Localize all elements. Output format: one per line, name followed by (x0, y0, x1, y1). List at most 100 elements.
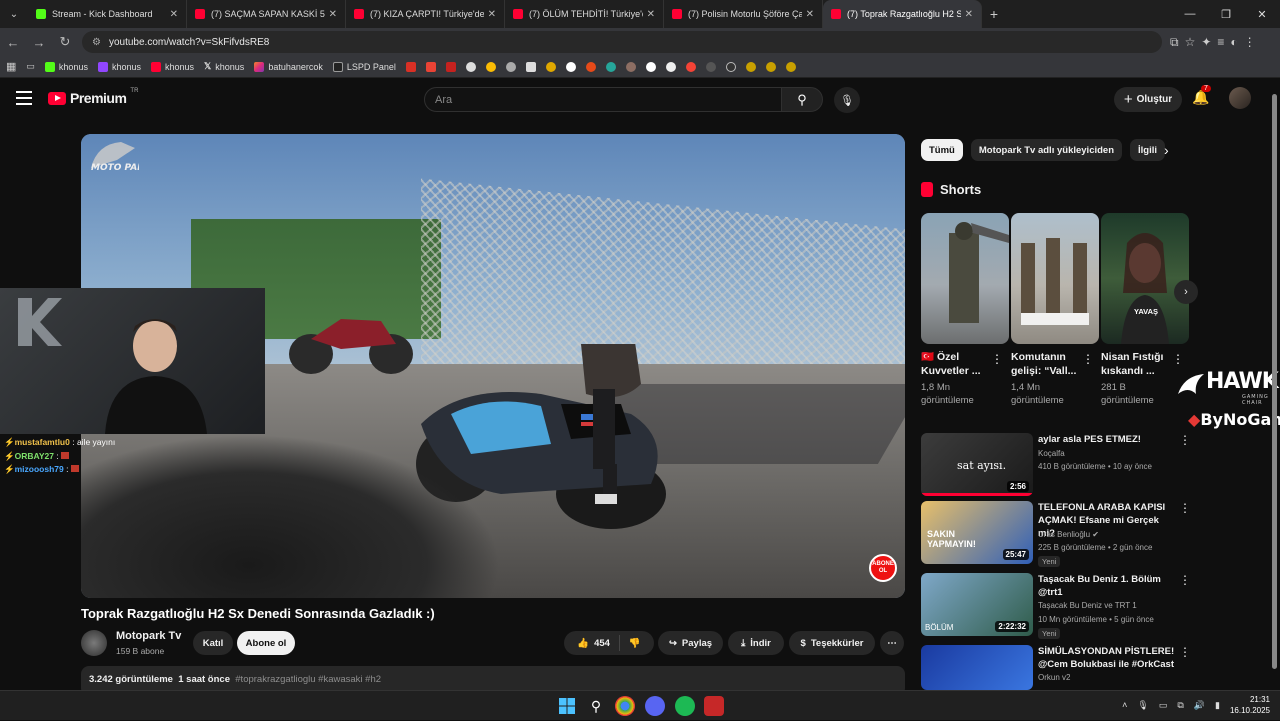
shortcut-icon[interactable] (765, 61, 776, 72)
short-title[interactable]: 🇹🇷 Özel Kuvvetler ... (921, 350, 993, 378)
chevron-up-icon[interactable]: ˄ (1122, 700, 1127, 710)
shortcut-icon[interactable] (665, 61, 676, 72)
video-thumbnail[interactable]: SAKIN YAPMAYIN! 25:47 (921, 501, 1033, 564)
video-thumbnail[interactable]: sat ayısı. 2:56 (921, 433, 1033, 496)
shortcut-icon[interactable] (745, 61, 756, 72)
dislike-button[interactable]: 👎 (629, 638, 641, 649)
close-icon[interactable]: ✕ (329, 9, 337, 20)
like-button[interactable]: 👍 454 (577, 638, 610, 649)
cast-icon[interactable]: ⧉ (1170, 35, 1179, 50)
short-title[interactable]: Nisan Fıstığı kıskandı ... (1101, 350, 1173, 378)
close-icon[interactable]: ✕ (170, 9, 178, 20)
shortcut-icon[interactable] (505, 61, 516, 72)
clock[interactable]: 21:31 16.10.2025 (1230, 694, 1270, 716)
new-tab-button[interactable]: + (982, 6, 1006, 22)
close-icon[interactable]: ✕ (806, 9, 814, 20)
close-icon[interactable]: ✕ (647, 9, 655, 20)
channel-name[interactable]: Taşacak Bu Deniz ve TRT 1 (1038, 601, 1137, 610)
browser-tab[interactable]: (7) Polisin Motorlu Şöföre Çarp ✕ (664, 0, 823, 28)
short-thumbnail[interactable] (1011, 213, 1099, 344)
bookmark-item[interactable]: khonus (97, 61, 141, 72)
browser-tab-active[interactable]: (7) Toprak Razgatlıoğlu H2 Sx D ✕ (823, 0, 982, 28)
more-vert-icon[interactable]: ⋮ (1082, 352, 1094, 366)
notifications-button[interactable]: 🔔 7 (1192, 85, 1211, 106)
shortcut-icon[interactable] (485, 61, 496, 72)
search-icon[interactable]: ⚲ (586, 696, 606, 716)
video-title[interactable]: SİMÜLASYONDAN PİSTLERE! @Cem Bolukbasi i… (1038, 645, 1176, 671)
volume-icon[interactable]: 🔊 (1194, 700, 1205, 711)
chrome-icon[interactable] (615, 696, 635, 716)
shortcut-icon[interactable] (525, 61, 536, 72)
more-vert-icon[interactable]: ⋮ (1179, 645, 1191, 659)
shortcut-icon[interactable] (465, 61, 476, 72)
spotify-icon[interactable] (675, 696, 695, 716)
browser-tab[interactable]: (7) ÖLÜM TEHDİTİ! Türkiye'de Y ✕ (505, 0, 664, 28)
shortcut-icon[interactable] (685, 61, 696, 72)
restore-icon[interactable]: ❐ (1208, 0, 1244, 28)
bookmark-item[interactable]: 𝕏khonus (204, 61, 244, 72)
browser-tab[interactable]: (7) KIZA ÇARPTI! Türkiye'de Yaş ✕ (346, 0, 505, 28)
close-icon[interactable]: ✕ (965, 9, 973, 20)
shortcut-icon[interactable] (565, 61, 576, 72)
create-button[interactable]: + Oluştur (1114, 87, 1182, 112)
bookmark-item[interactable]: LSPD Panel (332, 61, 396, 72)
channel-name[interactable]: Orkun v2 (1038, 673, 1070, 682)
more-vert-icon[interactable]: ⋮ (1179, 433, 1191, 447)
thanks-button[interactable]: $ Teşekkürler (789, 631, 875, 655)
recommended-video[interactable]: BÖLÜM 2:22:32 Taşacak Bu Deniz 1. Bölüm … (921, 573, 1191, 639)
download-button[interactable]: ⤓ İndir (728, 631, 784, 655)
shortcut-icon[interactable] (645, 61, 656, 72)
bookmark-item[interactable]: khonus (150, 61, 194, 72)
shortcut-icon[interactable] (625, 61, 636, 72)
browser-tab[interactable]: (7) SAÇMA SAPAN KASKİ 5Sride ✕ (187, 0, 346, 28)
youtube-premium-logo[interactable]: Premium TR (48, 88, 138, 106)
gmail-icon[interactable] (445, 61, 456, 72)
short-thumbnail[interactable]: YAVAŞ (1101, 213, 1189, 344)
subscribe-button[interactable]: Abone ol (237, 631, 295, 655)
close-icon[interactable]: ✕ (488, 9, 496, 20)
bookmark-item[interactable]: batuhanercok (254, 61, 323, 72)
minimize-icon[interactable]: — (1172, 0, 1208, 28)
site-info-icon[interactable]: ⚙ (92, 37, 101, 48)
bookmark-star-icon[interactable]: ☆ (1185, 35, 1196, 50)
discord-icon[interactable] (645, 696, 665, 716)
voice-search-button[interactable]: 🎙 (834, 87, 860, 113)
page-scrollbar[interactable] (1271, 84, 1278, 684)
browser-menu-icon[interactable]: ⋮ (1244, 35, 1256, 50)
account-avatar[interactable] (1229, 87, 1251, 109)
apps-icon[interactable]: ▦ (6, 60, 16, 73)
app-icon[interactable] (704, 696, 724, 716)
bookmark-folder[interactable]: ▭ (26, 61, 35, 72)
extensions-icon[interactable]: ✦ (1201, 35, 1211, 50)
battery-icon[interactable]: ▮ (1215, 700, 1220, 711)
video-title[interactable]: Taşacak Bu Deniz 1. Bölüm @trt1 (1038, 573, 1176, 599)
more-vert-icon[interactable]: ⋮ (991, 352, 1003, 366)
shortcut-icon[interactable] (785, 61, 796, 72)
back-icon[interactable]: ← (0, 28, 26, 56)
chip-all[interactable]: Tümü (921, 139, 963, 161)
gmail-icon[interactable] (405, 61, 416, 72)
tab-search-icon[interactable]: ⌄ (0, 0, 28, 28)
browser-tab[interactable]: Stream - Kick Dashboard ✕ (28, 0, 187, 28)
chip-related[interactable]: İlgili (1130, 139, 1166, 161)
share-button[interactable]: ↪ Paylaş (658, 631, 723, 655)
video-thumbnail[interactable]: BÖLÜM 2:22:32 (921, 573, 1033, 636)
shortcut-icon[interactable] (585, 61, 596, 72)
shortcut-icon[interactable] (545, 61, 556, 72)
bookmark-item[interactable]: khonus (44, 61, 88, 72)
menu-icon[interactable] (16, 91, 32, 105)
recommended-video[interactable]: SAKIN YAPMAYIN! 25:47 TELEFONLA ARABA KA… (921, 501, 1191, 567)
recommended-video[interactable]: sat ayısı. 2:56 aylar asla PES ETMEZ! Ko… (921, 433, 1191, 497)
close-window-icon[interactable]: ✕ (1244, 0, 1280, 28)
short-thumbnail[interactable] (921, 213, 1009, 344)
more-vert-icon[interactable]: ⋮ (1172, 352, 1184, 366)
network-icon[interactable]: ⧉ (1177, 700, 1183, 711)
media-control-icon[interactable]: ≡ (1217, 35, 1224, 50)
channel-avatar[interactable] (81, 630, 107, 656)
chevron-right-icon[interactable]: › (1164, 142, 1169, 158)
more-actions-button[interactable]: ⋯ (880, 631, 904, 655)
microphone-icon[interactable]: 🎙 (1137, 700, 1148, 711)
chip-from-uploader[interactable]: Motopark Tv adlı yükleyiciden (970, 139, 1123, 161)
more-vert-icon[interactable]: ⋮ (1179, 501, 1191, 515)
profile-icon[interactable]: ◐ (1230, 35, 1237, 50)
